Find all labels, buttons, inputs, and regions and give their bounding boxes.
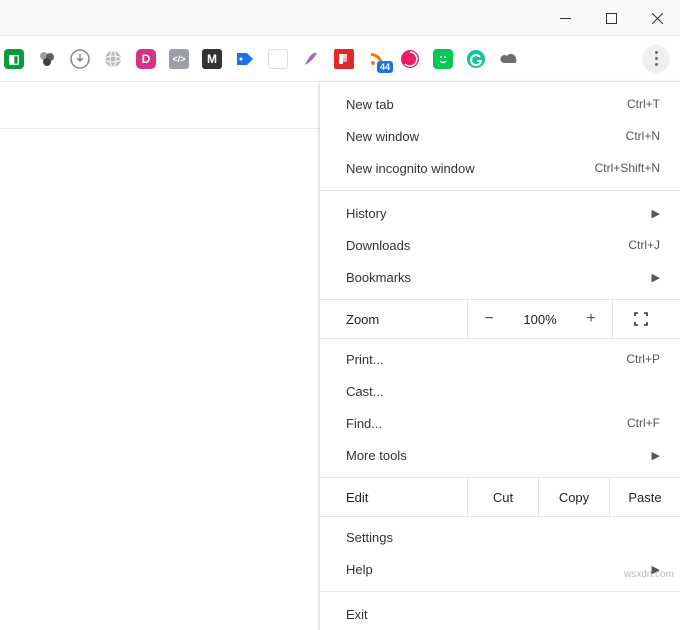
ext-grammarly-icon[interactable] xyxy=(466,49,486,69)
menu-find[interactable]: Find... Ctrl+F xyxy=(320,407,680,439)
ext-globe-icon[interactable] xyxy=(103,49,123,69)
menu-separator xyxy=(320,591,680,592)
watermark: wsxdn.com xyxy=(624,569,674,580)
ext-idm-icon[interactable]: ◧ xyxy=(4,49,24,69)
window-titlebar xyxy=(0,0,680,36)
ext-m-icon[interactable]: M xyxy=(202,49,222,69)
zoom-value: 100% xyxy=(510,312,570,327)
ext-spiral-icon[interactable] xyxy=(400,49,420,69)
ext-smile-icon[interactable] xyxy=(433,49,453,69)
fullscreen-icon xyxy=(634,312,648,326)
main-menu: New tab Ctrl+T New window Ctrl+N New inc… xyxy=(320,82,680,630)
menu-downloads[interactable]: Downloads Ctrl+J xyxy=(320,229,680,261)
menu-zoom-row: Zoom − 100% + xyxy=(320,299,680,339)
chevron-right-icon: ▶ xyxy=(652,271,660,284)
close-button[interactable] xyxy=(634,0,680,36)
ext-spheres-icon[interactable] xyxy=(37,49,57,69)
content-divider xyxy=(0,128,360,129)
zoom-in-button[interactable]: + xyxy=(570,300,612,338)
menu-exit[interactable]: Exit xyxy=(320,598,680,630)
menu-new-window[interactable]: New window Ctrl+N xyxy=(320,120,680,152)
ext-flipboard-icon[interactable] xyxy=(334,49,354,69)
ext-blank-icon[interactable] xyxy=(268,49,288,69)
kebab-menu-button[interactable] xyxy=(642,45,670,73)
ext-tag-icon[interactable] xyxy=(235,49,255,69)
edit-paste-button[interactable]: Paste xyxy=(610,478,680,516)
menu-settings[interactable]: Settings xyxy=(320,521,680,553)
ext-feather-icon[interactable] xyxy=(301,49,321,69)
menu-new-tab[interactable]: New tab Ctrl+T xyxy=(320,88,680,120)
menu-separator xyxy=(320,190,680,191)
edit-copy-button[interactable]: Copy xyxy=(539,478,610,516)
extensions-toolbar: ◧ D </> M 44 xyxy=(0,36,680,82)
ext-cloud-icon[interactable] xyxy=(499,49,519,69)
ext-code-icon[interactable]: </> xyxy=(169,49,189,69)
ext-rss-icon[interactable]: 44 xyxy=(367,49,387,69)
zoom-label: Zoom xyxy=(320,300,468,338)
menu-more-tools[interactable]: More tools ▶ xyxy=(320,439,680,471)
edit-cut-button[interactable]: Cut xyxy=(468,478,539,516)
menu-new-incognito[interactable]: New incognito window Ctrl+Shift+N xyxy=(320,152,680,184)
menu-bookmarks[interactable]: Bookmarks ▶ xyxy=(320,261,680,293)
edit-label: Edit xyxy=(320,478,468,516)
fullscreen-button[interactable] xyxy=(612,300,668,338)
zoom-out-button[interactable]: − xyxy=(468,300,510,338)
maximize-button[interactable] xyxy=(588,0,634,36)
chevron-right-icon: ▶ xyxy=(652,449,660,462)
ext-d-icon[interactable]: D xyxy=(136,49,156,69)
ext-download-icon[interactable] xyxy=(70,49,90,69)
minimize-button[interactable] xyxy=(542,0,588,36)
menu-history[interactable]: History ▶ xyxy=(320,197,680,229)
menu-print[interactable]: Print... Ctrl+P xyxy=(320,343,680,375)
rss-badge: 44 xyxy=(377,61,393,73)
more-vert-icon xyxy=(655,51,658,66)
chevron-right-icon: ▶ xyxy=(652,207,660,220)
menu-cast[interactable]: Cast... xyxy=(320,375,680,407)
menu-edit-row: Edit Cut Copy Paste xyxy=(320,477,680,517)
